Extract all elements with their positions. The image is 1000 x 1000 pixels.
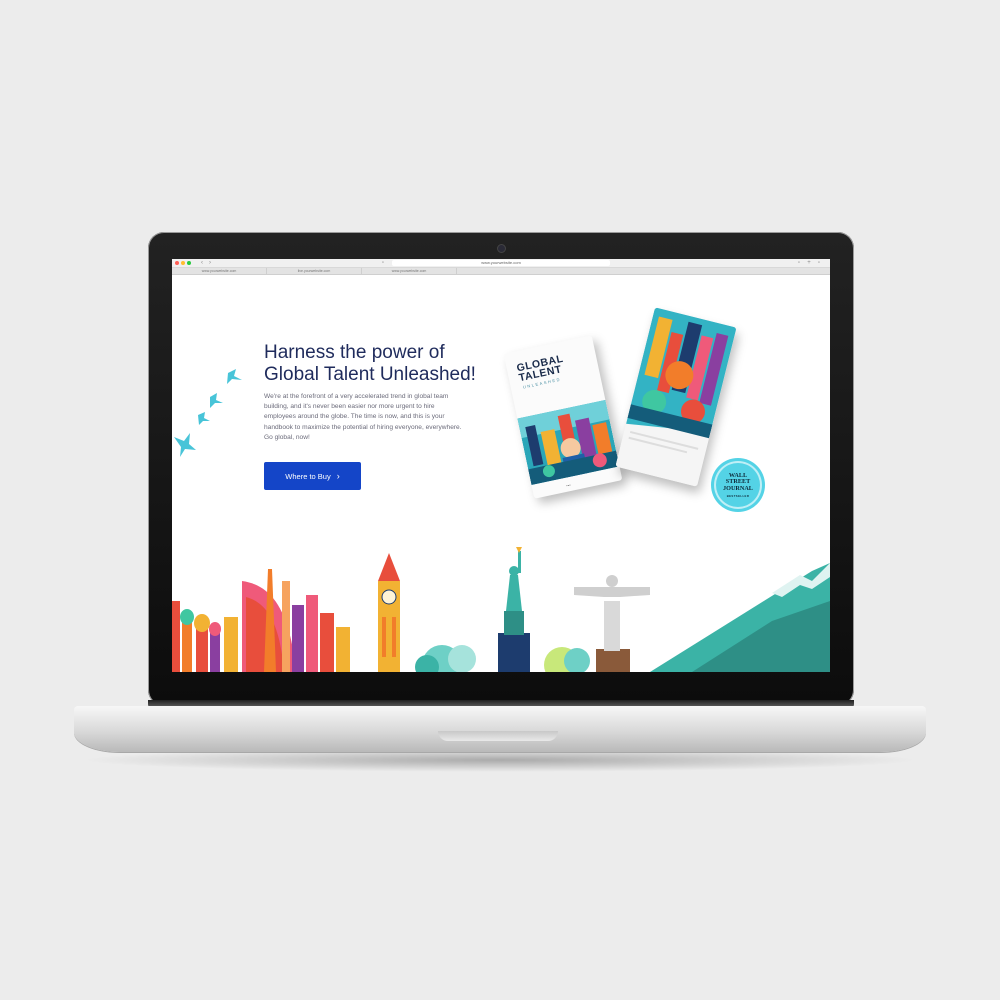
wsj-bestseller-badge: WALL STREET JOURNAL BESTSELLER — [714, 461, 762, 509]
share-icon[interactable]: ▫ — [796, 260, 802, 266]
book-front-cover[interactable]: GLOBAL TALENT UNLEASHED ▪▪▪ — [503, 335, 623, 499]
book-back-art — [615, 307, 737, 487]
add-tab-icon[interactable]: + — [806, 260, 812, 266]
hero-description: We're at the forefront of a very acceler… — [264, 393, 462, 441]
tab-bar: www.yourwebsite.com live.yourwebsite.com… — [172, 268, 830, 275]
minimize-window-button[interactable] — [181, 261, 185, 265]
maximize-window-button[interactable] — [187, 261, 191, 265]
back-arrow-icon[interactable]: ‹ — [198, 260, 206, 266]
laptop-notch — [438, 731, 558, 741]
kremlin-illustration — [172, 601, 180, 672]
webcam — [497, 244, 506, 253]
hero-headline: Harness the power of Global Talent Unlea… — [264, 342, 524, 386]
shield-icon[interactable]: ▫ — [380, 260, 386, 266]
tab-3[interactable]: www.yourwebsite.com — [362, 268, 457, 274]
headline-line-2: Global Talent Unleashed! — [264, 364, 476, 385]
forward-arrow-icon[interactable]: › — [206, 260, 214, 266]
world-landmarks-skyline — [172, 547, 830, 672]
tab-2[interactable]: live.yourwebsite.com — [267, 268, 362, 274]
book-back-cover[interactable] — [615, 307, 737, 487]
browser-window: ‹ › ▫ www.yourwebsite.com ▫ + ▫ www.your… — [172, 259, 830, 672]
address-bar[interactable]: www.yourwebsite.com — [392, 260, 610, 266]
where-to-buy-button[interactable]: Where to Buy › — [264, 462, 361, 490]
badge-subtitle: BESTSELLER — [726, 494, 750, 498]
where-to-buy-label: Where to Buy — [285, 472, 331, 481]
christ-redeemer-illustration — [596, 649, 630, 672]
badge-title: WALL STREET JOURNAL — [714, 472, 762, 492]
book-cover-art — [517, 399, 620, 486]
tabs-overview-icon[interactable]: ▫ — [816, 260, 822, 266]
publisher-mark: ▪▪▪ — [565, 482, 572, 488]
statue-of-liberty-illustration — [498, 633, 530, 672]
browser-toolbar: ‹ › ▫ www.yourwebsite.com ▫ + ▫ — [172, 259, 830, 268]
tab-1[interactable]: www.yourwebsite.com — [172, 268, 267, 274]
close-window-button[interactable] — [175, 261, 179, 265]
headline-line-1: Harness the power of — [264, 342, 445, 363]
chevron-right-icon: › — [336, 471, 340, 481]
laptop-base — [74, 706, 926, 752]
birds-illustration — [174, 369, 242, 457]
badge-line-3: JOURNAL — [723, 484, 753, 492]
